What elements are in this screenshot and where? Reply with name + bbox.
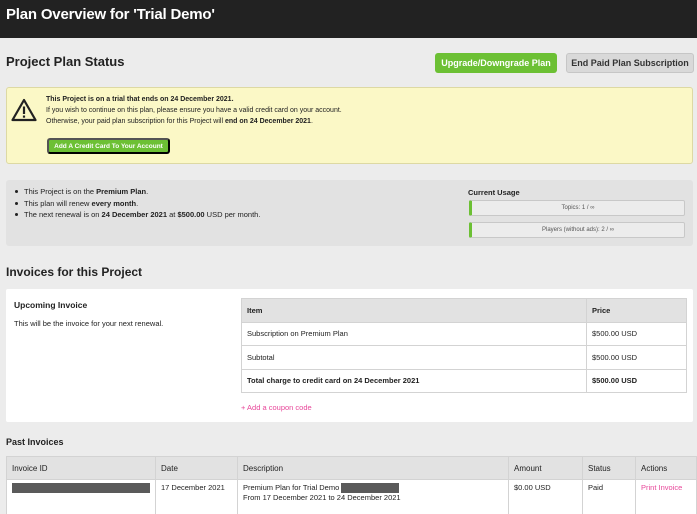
column-header-actions: Actions: [635, 456, 697, 480]
add-coupon-link[interactable]: + Add a coupon code: [241, 403, 312, 412]
status-cell: Paid: [582, 479, 636, 514]
print-invoice-link[interactable]: Print Invoice: [641, 483, 682, 492]
upcoming-invoice-description: This will be the invoice for your next r…: [14, 319, 164, 328]
usage-heading: Current Usage: [468, 188, 520, 197]
past-invoices-table: Invoice ID Date Description Amount Statu…: [6, 456, 697, 514]
item-cell: Subtotal: [241, 345, 587, 370]
invoices-heading: Invoices for this Project: [6, 265, 143, 279]
column-header-amount: Amount: [508, 456, 583, 480]
upgrade-downgrade-button[interactable]: Upgrade/Downgrade Plan: [435, 53, 557, 73]
alert-trial-end: This Project is on a trial that ends on …: [46, 96, 234, 103]
plan-summary: This Project is on the Premium Plan. Thi…: [6, 180, 693, 246]
column-header-description: Description: [237, 456, 509, 480]
description-period: From 17 December 2021 to 24 December 202…: [243, 493, 401, 503]
upcoming-invoice-panel: Upcoming Invoice This will be the invoic…: [6, 289, 693, 422]
redacted-invoice-id: [12, 483, 150, 494]
table-row: Subtotal $500.00 USD: [241, 345, 687, 370]
plan-details-list: This Project is on the Premium Plan. Thi…: [6, 187, 260, 222]
amount-cell: $0.00 USD: [508, 479, 583, 514]
column-header-item: Item: [241, 298, 587, 323]
topics-usage-bar: Topics: 1 / ∞: [469, 200, 685, 216]
plan-detail-renewal: This plan will renew every month.: [6, 199, 260, 211]
top-bar: Plan Overview for 'Trial Demo': [0, 0, 697, 38]
upcoming-invoice-title: Upcoming Invoice: [14, 300, 88, 310]
alert-card-notice: If you wish to continue on this plan, pl…: [46, 107, 342, 114]
date-cell: 17 December 2021: [155, 479, 238, 514]
plan-detail-tier: This Project is on the Premium Plan.: [6, 187, 260, 199]
column-header-date: Date: [155, 456, 238, 480]
players-usage-bar: Players (without ads): 2 / ∞: [469, 222, 685, 238]
item-cell: Subscription on Premium Plan: [241, 321, 587, 346]
description-cell: Premium Plan for Trial Demo From 17 Dece…: [237, 479, 509, 514]
table-row: Total charge to credit card on 24 Decemb…: [241, 368, 687, 393]
page-title: Plan Overview for 'Trial Demo': [6, 6, 215, 23]
warning-icon: [11, 98, 37, 122]
upcoming-invoice-table: Item Price Subscription on Premium Plan …: [241, 298, 687, 393]
column-header-price: Price: [586, 298, 687, 323]
price-cell: $500.00 USD: [586, 345, 687, 370]
past-invoices-heading: Past Invoices: [6, 437, 64, 447]
plan-status-heading: Project Plan Status: [6, 54, 125, 69]
column-header-invoice-id: Invoice ID: [6, 456, 156, 480]
add-credit-card-button[interactable]: Add A Credit Card To Your Account: [47, 138, 170, 154]
item-cell: Total charge to credit card on 24 Decemb…: [241, 368, 587, 393]
table-row: Subscription on Premium Plan $500.00 USD: [241, 321, 687, 346]
table-row: 17 December 2021 Premium Plan for Trial …: [6, 479, 697, 514]
price-cell: $500.00 USD: [586, 321, 687, 346]
alert-subscription-end: Otherwise, your paid plan subscription f…: [46, 118, 313, 125]
trial-alert: This Project is on a trial that ends on …: [6, 87, 693, 164]
column-header-status: Status: [582, 456, 636, 480]
description-line: Premium Plan for Trial Demo: [243, 483, 503, 494]
invoice-id-cell: [6, 479, 156, 514]
end-subscription-button[interactable]: End Paid Plan Subscription: [566, 53, 694, 73]
actions-cell: Print Invoice: [635, 479, 697, 514]
price-cell: $500.00 USD: [586, 368, 687, 393]
redacted-text: [341, 483, 400, 494]
plan-detail-next-renewal: The next renewal is on 24 December 2021 …: [6, 210, 260, 222]
